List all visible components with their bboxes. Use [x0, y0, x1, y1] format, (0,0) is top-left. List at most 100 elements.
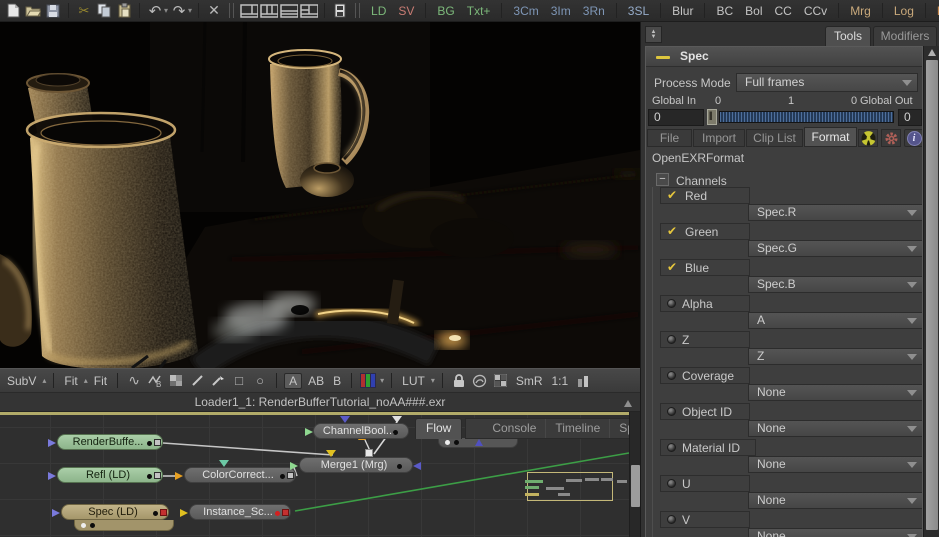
- layout-3-icon[interactable]: [280, 2, 299, 20]
- node-renderbuffer[interactable]: RenderBuffe...: [48, 434, 163, 450]
- tab-console[interactable]: Console: [466, 419, 547, 438]
- process-mode-select[interactable]: Full frames: [736, 73, 918, 92]
- paste-icon[interactable]: [115, 2, 133, 20]
- node-input-icon[interactable]: [52, 509, 60, 517]
- range-slider-track[interactable]: [719, 111, 894, 123]
- fit-button[interactable]: Fit: [61, 374, 80, 388]
- checker-underlay-icon[interactable]: [492, 372, 510, 390]
- levels-icon[interactable]: [574, 372, 592, 390]
- channel-checkbox-u[interactable]: U: [660, 475, 750, 492]
- tab-file[interactable]: File: [647, 129, 692, 147]
- spin-down-icon[interactable]: ▼: [651, 34, 657, 40]
- tab-flow[interactable]: Flow: [415, 418, 463, 439]
- channel-checkbox-coverage[interactable]: Coverage: [660, 367, 750, 384]
- channel-select-alpha[interactable]: A: [748, 312, 922, 329]
- tab-import[interactable]: Import: [693, 129, 745, 147]
- channel-select-u[interactable]: None: [748, 492, 922, 509]
- channel-select-materialid[interactable]: None: [748, 456, 922, 473]
- node-mask-input-icon[interactable]: [219, 460, 229, 467]
- buffer-b-button[interactable]: B: [330, 374, 344, 388]
- node-input-icon[interactable]: [48, 439, 56, 447]
- lut-dropdown-icon[interactable]: ▾: [431, 376, 435, 385]
- scroll-up-icon[interactable]: [928, 49, 936, 56]
- render-viewport[interactable]: [0, 22, 640, 368]
- node-channelbool[interactable]: ChannelBool...: [305, 423, 409, 439]
- channel-checkbox-alpha[interactable]: Alpha: [660, 295, 750, 312]
- tab-cliplist[interactable]: Clip List: [746, 129, 803, 147]
- range-slider-handle[interactable]: ▌: [707, 109, 717, 125]
- tool-button-3cm[interactable]: 3Cm: [508, 4, 543, 18]
- fit-button-2[interactable]: Fit: [91, 374, 110, 388]
- panel-scrollbar[interactable]: [923, 46, 939, 537]
- node-input-icon[interactable]: [175, 472, 183, 480]
- channel-checkbox-materialid[interactable]: Material ID: [660, 439, 756, 456]
- tool-button-ccv[interactable]: CCv: [799, 4, 832, 18]
- node-colorcorrect[interactable]: ColorCorrect...: [175, 460, 296, 483]
- node-mask-input-icon[interactable]: [413, 462, 421, 470]
- one-to-one-button[interactable]: 1:1: [549, 374, 572, 388]
- panel-spinner[interactable]: ▲ ▼: [645, 26, 662, 43]
- node-render-flag-icon[interactable]: [160, 509, 167, 516]
- rectangle-tool-icon[interactable]: □: [230, 372, 248, 390]
- paint-tool-icon[interactable]: [209, 372, 227, 390]
- undo-icon[interactable]: ↶: [146, 2, 164, 20]
- smooth-resize-button[interactable]: SmR: [513, 374, 546, 388]
- channel-checkbox-green[interactable]: Green: [660, 223, 750, 240]
- flow-navigator[interactable]: [527, 472, 613, 501]
- channel-select-red[interactable]: Spec.R: [748, 204, 922, 221]
- node-output-icon[interactable]: [287, 472, 294, 479]
- node-instance[interactable]: Instance_Sc...: [180, 504, 291, 520]
- node-input-icon[interactable]: [305, 428, 313, 436]
- tab-modifiers[interactable]: Modifiers: [873, 26, 937, 46]
- tool-button-mrg[interactable]: Mrg: [845, 4, 876, 18]
- rgb-channels-icon[interactable]: [359, 372, 377, 390]
- channel-select-objectid[interactable]: None: [748, 420, 922, 437]
- radioactive-icon[interactable]: [858, 129, 878, 147]
- save-icon[interactable]: [44, 2, 62, 20]
- channel-select-blue[interactable]: Spec.B: [748, 276, 922, 293]
- node-effect-mask-icon[interactable]: [365, 449, 373, 457]
- tool-button-log[interactable]: Log: [889, 4, 919, 18]
- flow-scrollbar-thumb[interactable]: [631, 465, 640, 507]
- channel-select-coverage[interactable]: None: [748, 384, 922, 401]
- tab-tools[interactable]: Tools: [825, 26, 871, 46]
- lock-icon[interactable]: [450, 372, 468, 390]
- global-in-input[interactable]: 0: [648, 109, 704, 126]
- node-output-icon[interactable]: [154, 472, 161, 479]
- channel-select-green[interactable]: Spec.G: [748, 240, 922, 257]
- collapse-minus-icon[interactable]: −: [656, 173, 669, 186]
- node-input-icon[interactable]: [180, 509, 188, 517]
- rgb-dropdown-icon[interactable]: ▾: [380, 376, 384, 385]
- tool-button-bol[interactable]: Bol: [740, 4, 767, 18]
- node-partial[interactable]: [438, 438, 518, 448]
- tool-button-sv[interactable]: SV: [393, 4, 419, 18]
- node-render-flag-icon[interactable]: [282, 509, 289, 516]
- node-spec-sub[interactable]: [74, 520, 174, 531]
- tab-spline[interactable]: Spline: [610, 419, 629, 438]
- tab-timeline[interactable]: Timeline: [546, 419, 611, 438]
- flow-editor[interactable]: ChannelBool... RenderBuffe... Refl (LD) …: [0, 412, 629, 537]
- buffer-a-button[interactable]: A: [284, 372, 303, 389]
- tool-button-bc[interactable]: BC: [711, 4, 738, 18]
- spline-view-icon[interactable]: ∿: [125, 372, 143, 390]
- node-spec[interactable]: Spec (LD): [52, 504, 169, 520]
- gear-icon[interactable]: [881, 129, 901, 147]
- polyline-mask-icon[interactable]: B: [146, 372, 164, 390]
- channel-select-z[interactable]: Z: [748, 348, 922, 365]
- color-picker-icon[interactable]: [167, 372, 185, 390]
- node-refl[interactable]: Refl (LD): [48, 467, 163, 483]
- node-bg-input-icon[interactable]: [290, 462, 298, 470]
- tool-button-blur[interactable]: Blur: [667, 4, 698, 18]
- info-icon[interactable]: i: [904, 129, 922, 147]
- channel-checkbox-v[interactable]: V: [660, 511, 750, 528]
- node-fg-input-icon[interactable]: [326, 450, 336, 457]
- redo-icon[interactable]: ↷: [170, 2, 188, 20]
- tool-button-bg[interactable]: BG: [432, 4, 459, 18]
- layout-1-icon[interactable]: [240, 2, 259, 20]
- fit-arrow-icon[interactable]: ▴: [84, 376, 88, 385]
- tool-button-3im[interactable]: 3Im: [546, 4, 576, 18]
- tab-format[interactable]: Format: [804, 127, 857, 147]
- node-input-icon[interactable]: [48, 472, 56, 480]
- redo-dropdown-icon[interactable]: ▾: [188, 6, 192, 15]
- layout-2-icon[interactable]: [260, 2, 279, 20]
